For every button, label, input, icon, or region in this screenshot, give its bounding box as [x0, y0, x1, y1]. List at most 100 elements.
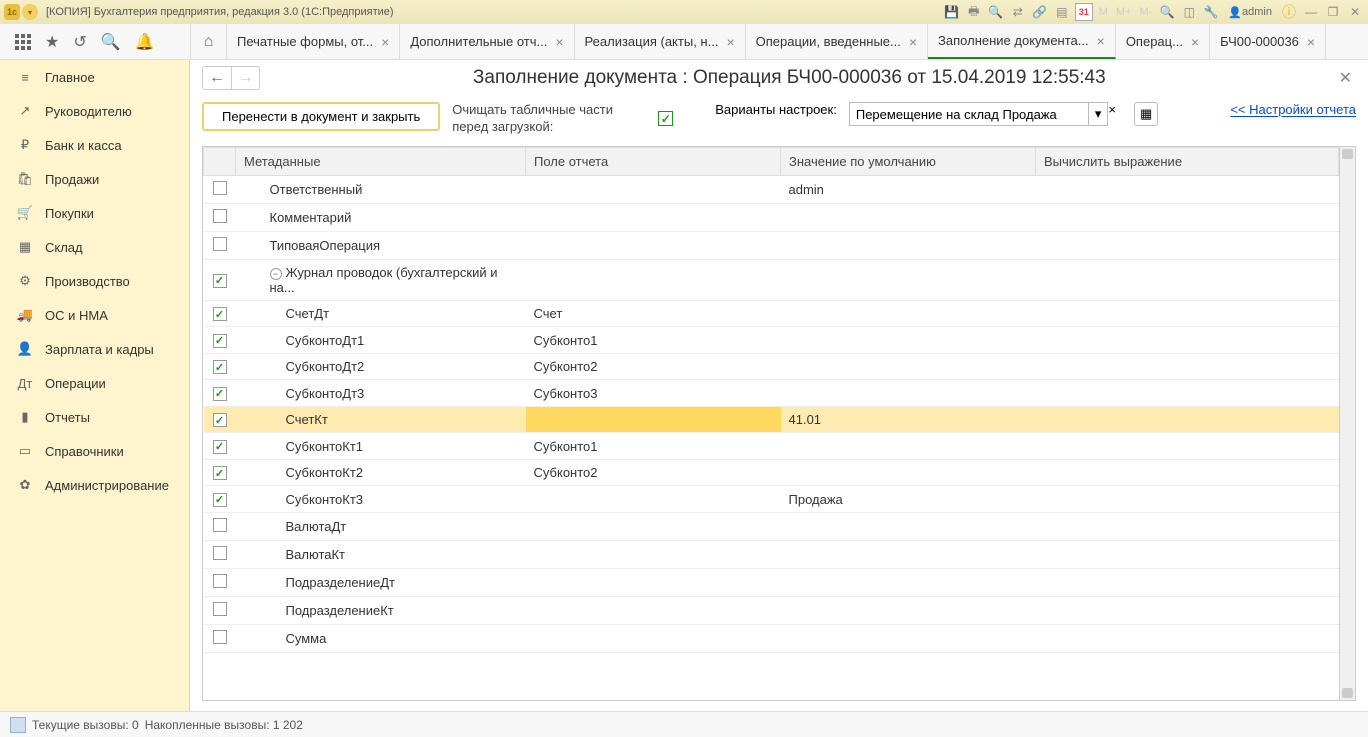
options-button[interactable]: ▦	[1134, 102, 1158, 126]
row-checkbox[interactable]	[213, 209, 227, 223]
home-tab-icon[interactable]: ⌂	[191, 24, 227, 59]
variant-clear-button[interactable]: ×	[1108, 102, 1116, 126]
row-checkbox[interactable]	[213, 602, 227, 616]
preview-icon[interactable]: 🔍	[987, 3, 1005, 21]
table-row[interactable]: СубконтоКт2Субконто2	[204, 459, 1339, 486]
col-calc[interactable]: Вычислить выражение	[1036, 147, 1339, 175]
status-icon[interactable]	[10, 717, 26, 733]
table-row[interactable]: Сумма	[204, 624, 1339, 652]
info-icon[interactable]: ⓘ	[1280, 3, 1298, 21]
sidebar-item-9[interactable]: ДтОперации	[0, 366, 189, 400]
nav-forward-button[interactable]: →	[231, 67, 259, 89]
tab-close-icon[interactable]: ×	[1097, 33, 1105, 49]
save-icon[interactable]: 💾	[943, 3, 961, 21]
search-icon[interactable]: 🔍	[101, 32, 121, 52]
row-checkbox[interactable]	[213, 440, 227, 454]
tab-close-icon[interactable]: ×	[726, 34, 734, 50]
clear-checkbox[interactable]: ✓	[658, 111, 673, 126]
dropdown-icon[interactable]: ▾	[22, 4, 38, 20]
sidebar-item-8[interactable]: 👤Зарплата и кадры	[0, 332, 189, 366]
row-checkbox[interactable]	[213, 387, 227, 401]
row-checkbox[interactable]	[213, 413, 227, 427]
sidebar-item-0[interactable]: ≡Главное	[0, 60, 189, 94]
user-label[interactable]: 👤 admin	[1224, 6, 1276, 19]
sidebar-item-12[interactable]: ✿Администрирование	[0, 468, 189, 502]
row-checkbox[interactable]	[213, 518, 227, 532]
tab-close-icon[interactable]: ×	[381, 34, 389, 50]
apps-grid-icon[interactable]	[15, 34, 31, 50]
table-row[interactable]: ПодразделениеДт	[204, 568, 1339, 596]
table-row[interactable]: СубконтоДт3Субконто3	[204, 380, 1339, 407]
variant-dropdown-button[interactable]: ▾	[1089, 102, 1109, 126]
row-checkbox[interactable]	[213, 334, 227, 348]
table-row[interactable]: СчетКт41.01	[204, 406, 1339, 433]
row-checkbox[interactable]	[213, 307, 227, 321]
tab-4[interactable]: Заполнение документа...×	[928, 24, 1116, 59]
table-row[interactable]: ВалютаКт	[204, 540, 1339, 568]
row-checkbox[interactable]	[213, 274, 227, 288]
calendar-icon[interactable]: 31	[1075, 3, 1093, 21]
close-window-icon[interactable]: ✕	[1346, 3, 1364, 21]
compare-icon[interactable]: ⇄	[1009, 3, 1027, 21]
history-icon[interactable]: ↺	[73, 32, 86, 52]
row-checkbox[interactable]	[213, 546, 227, 560]
maximize-icon[interactable]: ❐	[1324, 3, 1342, 21]
sidebar-item-10[interactable]: ▮Отчеты	[0, 400, 189, 434]
table-row[interactable]: СубконтоДт2Субконто2	[204, 353, 1339, 380]
tab-3[interactable]: Операции, введенные...×	[746, 24, 928, 59]
row-checkbox[interactable]	[213, 493, 227, 507]
sidebar-item-6[interactable]: ⚙Производство	[0, 264, 189, 298]
report-settings-link[interactable]: << Настройки отчета	[1230, 102, 1356, 117]
scroll-down-icon[interactable]	[1342, 688, 1353, 698]
memory-m-plus[interactable]: M+	[1114, 6, 1134, 18]
col-pole[interactable]: Поле отчета	[526, 147, 781, 175]
table-row[interactable]: ВалютаДт	[204, 512, 1339, 540]
bell-icon[interactable]: 🔔	[135, 32, 155, 52]
row-checkbox[interactable]	[213, 574, 227, 588]
panels-icon[interactable]: ◫	[1180, 3, 1198, 21]
table-row[interactable]: ПодразделениеКт	[204, 596, 1339, 624]
zoom-icon[interactable]: 🔍	[1158, 3, 1176, 21]
tab-5[interactable]: Операц...×	[1116, 24, 1210, 59]
memory-m[interactable]: M	[1097, 6, 1110, 18]
scroll-up-icon[interactable]	[1342, 149, 1353, 159]
row-checkbox[interactable]	[213, 466, 227, 480]
vertical-scrollbar[interactable]	[1339, 147, 1355, 700]
tab-close-icon[interactable]: ×	[555, 34, 563, 50]
sidebar-item-1[interactable]: ↗Руководителю	[0, 94, 189, 128]
sidebar-item-4[interactable]: 🛒Покупки	[0, 196, 189, 230]
table-row[interactable]: Ответственныйadmin	[204, 175, 1339, 203]
table-row[interactable]: ТиповаяОперация	[204, 231, 1339, 259]
sidebar-item-5[interactable]: ▦Склад	[0, 230, 189, 264]
print-icon[interactable]: 🖶	[965, 3, 983, 21]
tab-2[interactable]: Реализация (акты, н...×	[575, 24, 746, 59]
table-row[interactable]: СубконтоКт1Субконто1	[204, 433, 1339, 460]
tab-6[interactable]: БЧ00-000036×	[1210, 24, 1326, 59]
tab-close-icon[interactable]: ×	[909, 34, 917, 50]
table-row[interactable]: −Журнал проводок (бухгалтерский и на...	[204, 259, 1339, 300]
table-row[interactable]: СчетДтСчет	[204, 300, 1339, 327]
link-icon[interactable]: 🔗	[1031, 3, 1049, 21]
row-checkbox[interactable]	[213, 181, 227, 195]
variant-input[interactable]	[849, 102, 1089, 126]
sidebar-item-2[interactable]: ₽Банк и касса	[0, 128, 189, 162]
sidebar-item-11[interactable]: ▭Справочники	[0, 434, 189, 468]
row-checkbox[interactable]	[213, 630, 227, 644]
minimize-icon[interactable]: —	[1302, 3, 1320, 21]
row-checkbox[interactable]	[213, 360, 227, 374]
table-row[interactable]: Комментарий	[204, 203, 1339, 231]
sidebar-item-7[interactable]: 🚚ОС и НМА	[0, 298, 189, 332]
tab-close-icon[interactable]: ×	[1307, 34, 1315, 50]
star-icon[interactable]: ★	[45, 32, 59, 52]
memory-m-minus[interactable]: M-	[1138, 6, 1155, 18]
tab-close-icon[interactable]: ×	[1191, 34, 1199, 50]
sidebar-item-3[interactable]: 🛍Продажи	[0, 162, 189, 196]
row-checkbox[interactable]	[213, 237, 227, 251]
nav-back-button[interactable]: ←	[203, 67, 231, 89]
transfer-and-close-button[interactable]: Перенести в документ и закрыть	[202, 102, 440, 131]
table-row[interactable]: СубконтоДт1Субконто1	[204, 327, 1339, 354]
close-page-icon[interactable]: ✕	[1339, 68, 1352, 88]
tree-collapse-icon[interactable]: −	[270, 268, 282, 280]
table-row[interactable]: СубконтоКт3Продажа	[204, 486, 1339, 513]
col-default[interactable]: Значение по умолчанию	[781, 147, 1036, 175]
